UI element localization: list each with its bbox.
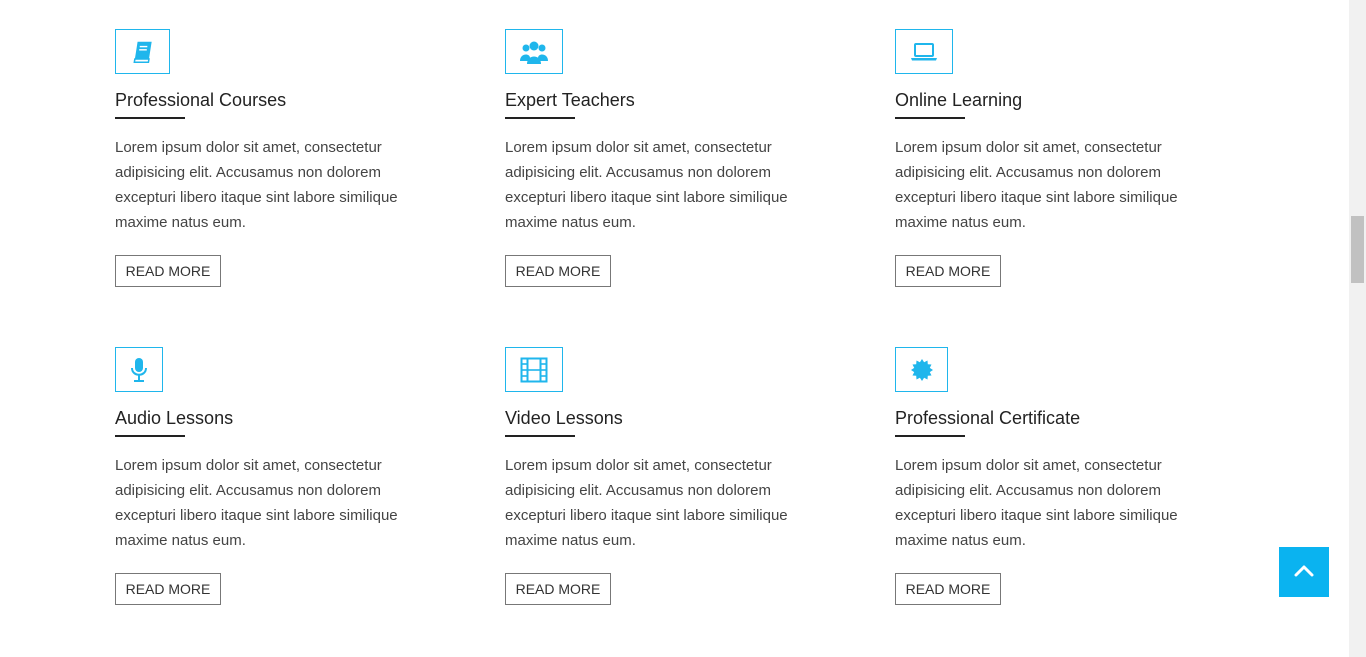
book-icon <box>115 29 170 74</box>
read-more-button[interactable]: READ MORE <box>115 255 221 287</box>
read-more-button[interactable]: READ MORE <box>895 573 1001 605</box>
title-underline <box>505 435 575 437</box>
read-more-button[interactable]: READ MORE <box>895 255 1001 287</box>
microphone-icon <box>115 347 163 392</box>
feature-description: Lorem ipsum dolor sit amet, consectetur … <box>895 457 1178 549</box>
film-icon <box>505 347 563 392</box>
feature-description: Lorem ipsum dolor sit amet, consectetur … <box>505 139 788 231</box>
features-page: Professional Courses Lorem ipsum dolor s… <box>0 0 1366 657</box>
title-underline <box>505 117 575 119</box>
chevron-up-icon <box>1293 564 1315 581</box>
title-underline <box>115 435 185 437</box>
feature-title: Video Lessons <box>505 408 623 428</box>
read-more-button[interactable]: READ MORE <box>505 573 611 605</box>
certificate-icon <box>895 347 948 392</box>
feature-description: Lorem ipsum dolor sit amet, consectetur … <box>115 139 398 231</box>
title-underline <box>895 117 965 119</box>
feature-title: Online Learning <box>895 90 1023 110</box>
feature-title: Expert Teachers <box>505 90 635 110</box>
vertical-scrollbar[interactable] <box>1349 0 1366 657</box>
read-more-button[interactable]: READ MORE <box>115 573 221 605</box>
feature-description: Lorem ipsum dolor sit amet, consectetur … <box>895 139 1178 231</box>
feature-description: Lorem ipsum dolor sit amet, consectetur … <box>115 457 398 549</box>
title-underline <box>115 117 185 119</box>
feature-description: Lorem ipsum dolor sit amet, consectetur … <box>505 457 788 549</box>
back-to-top-button[interactable] <box>1279 547 1329 597</box>
feature-title: Professional Certificate <box>895 408 1081 428</box>
feature-title: Audio Lessons <box>115 408 234 428</box>
laptop-icon <box>895 29 953 74</box>
read-more-button[interactable]: READ MORE <box>505 255 611 287</box>
scrollbar-thumb[interactable] <box>1351 216 1364 283</box>
title-underline <box>895 435 965 437</box>
feature-title: Professional Courses <box>115 90 287 110</box>
users-icon <box>505 29 563 74</box>
